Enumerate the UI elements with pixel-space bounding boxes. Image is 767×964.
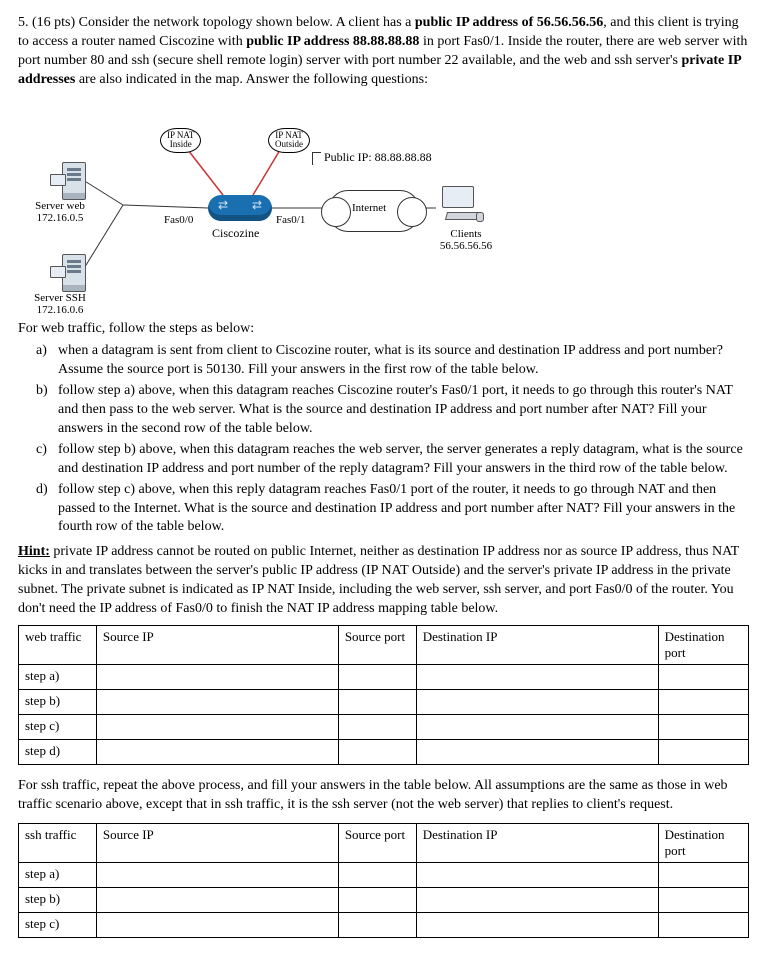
hint-text: Hint: private IP address cannot be route… bbox=[18, 543, 749, 619]
ssh-traffic-table: ssh traffic Source IP Source port Destin… bbox=[18, 823, 749, 938]
router-icon: ⇄ ⇄ bbox=[208, 195, 272, 221]
server-web-icon bbox=[50, 160, 86, 200]
nat-inside-badge: IP NAT Inside bbox=[160, 128, 201, 154]
server-web-label: Server web 172.16.0.5 bbox=[20, 200, 100, 224]
web-traffic-table: web traffic Source IP Source port Destin… bbox=[18, 625, 749, 765]
server-ssh-icon bbox=[50, 252, 86, 292]
q-number: 5. bbox=[18, 15, 29, 30]
client-icon bbox=[436, 186, 482, 226]
web-c-srcip[interactable] bbox=[103, 718, 332, 734]
row-label: step a) bbox=[19, 862, 97, 887]
row-label: step b) bbox=[19, 887, 97, 912]
ssh-b-srcip[interactable] bbox=[103, 891, 332, 907]
web-c-dstip[interactable] bbox=[423, 718, 652, 734]
col-dst-port: Destination port bbox=[658, 823, 748, 862]
web-c-dstport[interactable] bbox=[665, 718, 742, 734]
web-d-srcip[interactable] bbox=[103, 743, 332, 759]
nat-outside-badge: IP NAT Outside bbox=[268, 128, 310, 154]
web-a-dstport[interactable] bbox=[665, 668, 742, 684]
web-d-dstip[interactable] bbox=[423, 743, 652, 759]
ssh-c-srcport[interactable] bbox=[345, 916, 410, 932]
col-src-ip: Source IP bbox=[96, 625, 338, 664]
ssh-b-dstip[interactable] bbox=[423, 891, 652, 907]
network-diagram: Server web 172.16.0.5 Server SSH 172.16.… bbox=[28, 100, 648, 310]
col-traffic: web traffic bbox=[19, 625, 97, 664]
web-b-dstip[interactable] bbox=[423, 693, 652, 709]
web-c-srcport[interactable] bbox=[345, 718, 410, 734]
web-a-srcport[interactable] bbox=[345, 668, 410, 684]
ssh-c-dstport[interactable] bbox=[665, 916, 742, 932]
row-label: step c) bbox=[19, 912, 97, 937]
col-src-port: Source port bbox=[338, 625, 416, 664]
steps-list: when a datagram is sent from client to C… bbox=[18, 342, 749, 537]
internet-icon: Internet bbox=[328, 190, 418, 230]
iface-outside-label: Fas0/1 bbox=[276, 214, 305, 226]
ssh-a-dstport[interactable] bbox=[665, 866, 742, 882]
iface-inside-label: Fas0/0 bbox=[164, 214, 193, 226]
ssh-a-srcip[interactable] bbox=[103, 866, 332, 882]
public-ip-label: Public IP: 88.88.88.88 bbox=[324, 150, 432, 165]
public-ip-bracket bbox=[312, 152, 321, 165]
steps-lead: For web traffic, follow the steps as bel… bbox=[18, 320, 749, 339]
step-c: follow step b) above, when this datagram… bbox=[58, 441, 749, 479]
col-traffic: ssh traffic bbox=[19, 823, 97, 862]
web-d-srcport[interactable] bbox=[345, 743, 410, 759]
step-b: follow step a) above, when this datagram… bbox=[58, 382, 749, 439]
ssh-paragraph: For ssh traffic, repeat the above proces… bbox=[18, 777, 749, 815]
col-dst-ip: Destination IP bbox=[416, 625, 658, 664]
q-points: (16 pts) bbox=[32, 15, 75, 30]
ssh-a-dstip[interactable] bbox=[423, 866, 652, 882]
web-b-srcport[interactable] bbox=[345, 693, 410, 709]
row-label: step c) bbox=[19, 714, 97, 739]
server-ssh-label: Server SSH 172.16.0.6 bbox=[20, 292, 100, 316]
col-dst-port: Destination port bbox=[658, 625, 748, 664]
client-label: Clients 56.56.56.56 bbox=[426, 228, 506, 252]
row-label: step a) bbox=[19, 664, 97, 689]
ssh-a-srcport[interactable] bbox=[345, 866, 410, 882]
col-dst-ip: Destination IP bbox=[416, 823, 658, 862]
question-text: 5. (16 pts) Consider the network topolog… bbox=[18, 14, 749, 90]
ssh-c-srcip[interactable] bbox=[103, 916, 332, 932]
web-d-dstport[interactable] bbox=[665, 743, 742, 759]
router-name-label: Ciscozine bbox=[212, 226, 259, 241]
step-d: follow step c) above, when this reply da… bbox=[58, 481, 749, 538]
web-b-dstport[interactable] bbox=[665, 693, 742, 709]
row-label: step b) bbox=[19, 689, 97, 714]
web-a-srcip[interactable] bbox=[103, 668, 332, 684]
col-src-ip: Source IP bbox=[96, 823, 338, 862]
ssh-b-dstport[interactable] bbox=[665, 891, 742, 907]
row-label: step d) bbox=[19, 739, 97, 764]
ssh-c-dstip[interactable] bbox=[423, 916, 652, 932]
web-b-srcip[interactable] bbox=[103, 693, 332, 709]
col-src-port: Source port bbox=[338, 823, 416, 862]
step-a: when a datagram is sent from client to C… bbox=[58, 342, 749, 380]
ssh-b-srcport[interactable] bbox=[345, 891, 410, 907]
web-a-dstip[interactable] bbox=[423, 668, 652, 684]
